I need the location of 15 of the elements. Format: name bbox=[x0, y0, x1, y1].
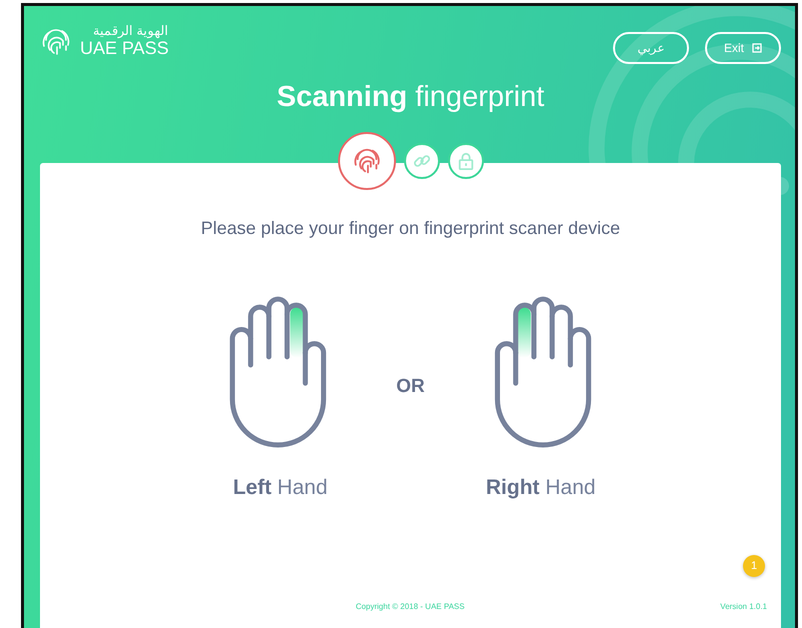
language-button[interactable]: عربي bbox=[613, 32, 689, 64]
instruction-text: Please place your finger on fingerprint scaner device bbox=[200, 217, 622, 240]
left-hand-label: Left Hand bbox=[232, 475, 328, 501]
notification-badge[interactable]: 1 bbox=[743, 555, 765, 577]
exit-icon bbox=[752, 43, 762, 53]
separator-text: OR bbox=[396, 374, 425, 398]
exit-button[interactable]: Exit bbox=[705, 32, 781, 64]
right-hand-label: Right Hand bbox=[486, 475, 596, 501]
fingerprint-icon bbox=[352, 146, 382, 176]
page-title: Scanning fingerprint bbox=[276, 80, 546, 115]
copyright-text: Copyright © 2018 - UAE PASS bbox=[354, 601, 466, 613]
logo-arabic-text: الهوية الرقمية bbox=[92, 24, 169, 38]
version-text: Version 1.0.1 bbox=[720, 601, 767, 613]
logo-text: UAE PASS bbox=[80, 38, 169, 60]
lock-icon bbox=[456, 152, 474, 170]
